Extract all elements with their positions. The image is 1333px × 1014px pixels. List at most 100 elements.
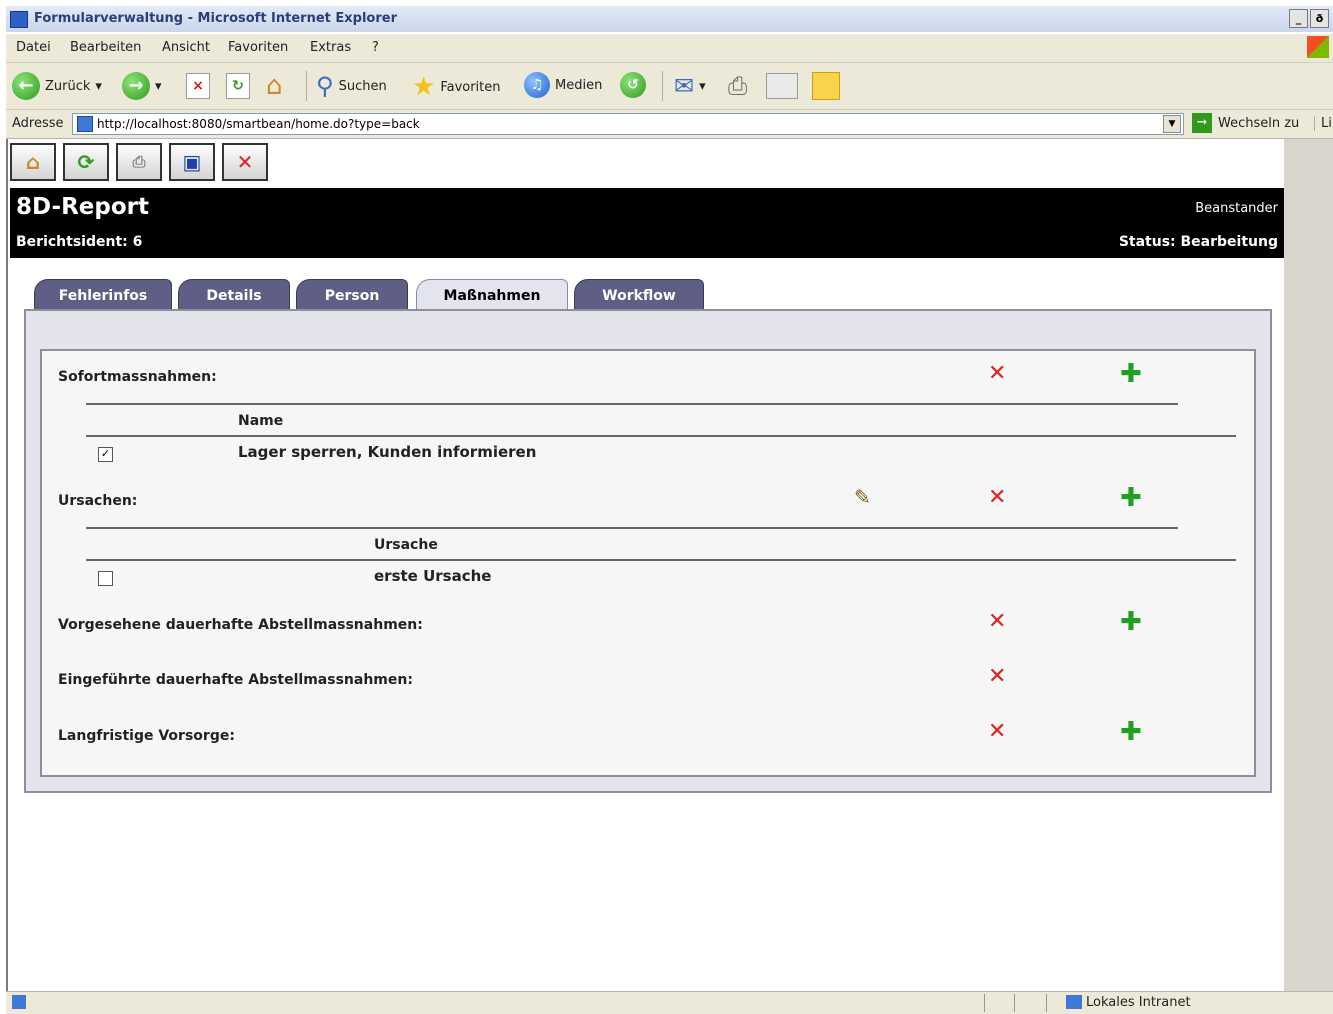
back-circle-icon: ⟳ [77, 150, 95, 174]
ursachen-label: Ursachen: [58, 493, 138, 509]
add-ursache-icon[interactable]: ✚ [1120, 485, 1142, 511]
ursache-row-name: erste Ursache [374, 567, 492, 585]
back-button[interactable]: ← Zurück ▾ [12, 72, 102, 100]
column-header-name: Name [238, 413, 284, 429]
menu-ansicht[interactable]: Ansicht [162, 40, 210, 55]
edit-button[interactable] [766, 73, 798, 99]
back-button[interactable]: ⟳ [63, 143, 109, 181]
browser-toolbar: ← Zurück ▾ → ▾ × ↻ ⌂ ⚲ Suchen ★ Favorite… [6, 63, 1333, 110]
sofortmassnahmen-label: Sofortmassnahmen: [58, 369, 217, 385]
forward-arrow-icon: → [122, 72, 150, 100]
floppy-disk-icon: ▣ [182, 150, 202, 174]
status-divider [1014, 994, 1015, 1012]
ie-icon [10, 11, 28, 28]
delete-vorgesehen-icon[interactable]: ✕ [988, 611, 1006, 633]
massnahmen-form: Sofortmassnahmen: ✕ ✚ Name ✓ Lager sperr… [40, 349, 1256, 777]
address-dropdown-icon[interactable]: ▼ [1163, 115, 1181, 133]
save-button[interactable]: ▣ [169, 143, 215, 181]
vorsorge-label: Langfristige Vorsorge: [58, 728, 235, 744]
forward-dropdown-icon[interactable]: ▾ [155, 79, 162, 94]
tab-person[interactable]: Person [296, 279, 408, 313]
maximize-button[interactable]: ð [1310, 9, 1329, 28]
report-header: 8D-Report Berichtsident: 6 Beanstander S… [10, 188, 1284, 258]
mail-button[interactable]: ✉ ▾ [674, 72, 706, 100]
address-label: Adresse [12, 116, 64, 131]
sofort-row-name: Lager sperren, Kunden informieren [238, 443, 537, 461]
mail-dropdown-icon[interactable]: ▾ [699, 79, 706, 94]
add-vorsorge-icon[interactable]: ✚ [1120, 719, 1142, 745]
toolbar-separator [306, 71, 307, 101]
print-button[interactable]: ⎙ [728, 72, 747, 100]
search-label: Suchen [338, 78, 387, 94]
tab-fehlerinfos[interactable]: Fehlerinfos [34, 279, 172, 313]
tab-details[interactable]: Details [178, 279, 290, 313]
note-icon [812, 72, 840, 100]
vorgesehene-label: Vorgesehene dauerhafte Abstellmassnahmen… [58, 617, 423, 633]
delete-vorsorge-icon[interactable]: ✕ [988, 721, 1006, 743]
media-label: Medien [555, 77, 603, 93]
menu-favoriten[interactable]: Favoriten [228, 40, 288, 55]
add-vorgesehen-icon[interactable]: ✚ [1120, 609, 1142, 635]
cancel-button[interactable]: ✕ [222, 143, 268, 181]
menu-bearbeiten[interactable]: Bearbeiten [70, 40, 141, 55]
menu-datei[interactable]: Datei [16, 40, 51, 55]
favorites-label: Favoriten [440, 79, 501, 95]
delete-ursache-icon[interactable]: ✕ [988, 487, 1006, 509]
search-icon: ⚲ [316, 72, 334, 100]
go-button[interactable]: Wechseln zu [1218, 116, 1299, 131]
tab-massnahmen[interactable]: Maßnahmen [416, 279, 568, 313]
messenger-button[interactable] [812, 72, 840, 100]
menu-bar: Datei Bearbeiten Ansicht Favoriten Extra… [6, 34, 1333, 63]
home-button[interactable]: ⌂ [266, 71, 283, 101]
history-icon: ↺ [620, 72, 646, 98]
toolbar-separator [662, 71, 663, 101]
go-arrow-icon[interactable]: ➞ [1192, 113, 1212, 133]
divider [86, 435, 1236, 437]
refresh-icon: ↻ [226, 73, 250, 99]
role-label: Beanstander [1195, 201, 1278, 216]
menu-help[interactable]: ? [372, 40, 379, 55]
favorites-button[interactable]: ★ Favoriten [412, 72, 501, 102]
divider [86, 527, 1178, 529]
tab-workflow[interactable]: Workflow [574, 279, 704, 313]
address-bar: Adresse http://localhost:8080/smartbean/… [6, 110, 1333, 139]
edit-icon [766, 73, 798, 99]
history-button[interactable]: ↺ [620, 72, 646, 98]
add-sofort-icon[interactable]: ✚ [1120, 361, 1142, 387]
media-button[interactable]: ♫ Medien [524, 72, 602, 98]
printer-icon: ⎙ [132, 152, 146, 171]
print-button[interactable]: ⎙ [116, 143, 162, 181]
status-divider [1046, 994, 1047, 1012]
stop-button[interactable]: × [186, 73, 210, 99]
search-button[interactable]: ⚲ Suchen [316, 72, 387, 100]
stop-icon: × [186, 73, 210, 99]
delete-sofort-icon[interactable]: ✕ [988, 363, 1006, 385]
menu-extras[interactable]: Extras [310, 40, 351, 55]
divider [86, 559, 1236, 561]
back-dropdown-icon[interactable]: ▾ [95, 79, 102, 94]
page-icon [77, 116, 93, 132]
status-bar: Lokales Intranet [6, 991, 1333, 1014]
address-input[interactable]: http://localhost:8080/smartbean/home.do?… [72, 113, 1184, 135]
refresh-button[interactable]: ↻ [226, 73, 250, 99]
sofort-row-checkbox[interactable]: ✓ [98, 447, 113, 462]
media-icon: ♫ [524, 72, 550, 98]
edit-pencil-icon[interactable]: ✎ [854, 485, 871, 509]
ursache-row-checkbox[interactable] [98, 571, 113, 586]
address-url: http://localhost:8080/smartbean/home.do?… [97, 117, 420, 131]
vertical-scrollbar[interactable] [1284, 139, 1333, 991]
minimize-button[interactable]: _ [1289, 9, 1308, 28]
forward-button[interactable]: → ▾ [122, 72, 162, 100]
delete-eingefuehrt-icon[interactable]: ✕ [988, 666, 1006, 688]
back-arrow-icon: ← [12, 72, 40, 100]
security-zone: Lokales Intranet [1086, 995, 1191, 1010]
window-titlebar: Formularverwaltung - Microsoft Internet … [6, 6, 1333, 32]
home-button[interactable]: ⌂ [10, 143, 56, 181]
column-header-ursache: Ursache [374, 537, 438, 553]
close-icon: ✕ [236, 150, 254, 174]
windows-logo-icon [1307, 36, 1329, 58]
mail-icon: ✉ [674, 72, 695, 100]
home-icon: ⌂ [266, 71, 283, 101]
home-icon: ⌂ [25, 150, 41, 174]
links-button[interactable]: Lin [1314, 116, 1333, 131]
